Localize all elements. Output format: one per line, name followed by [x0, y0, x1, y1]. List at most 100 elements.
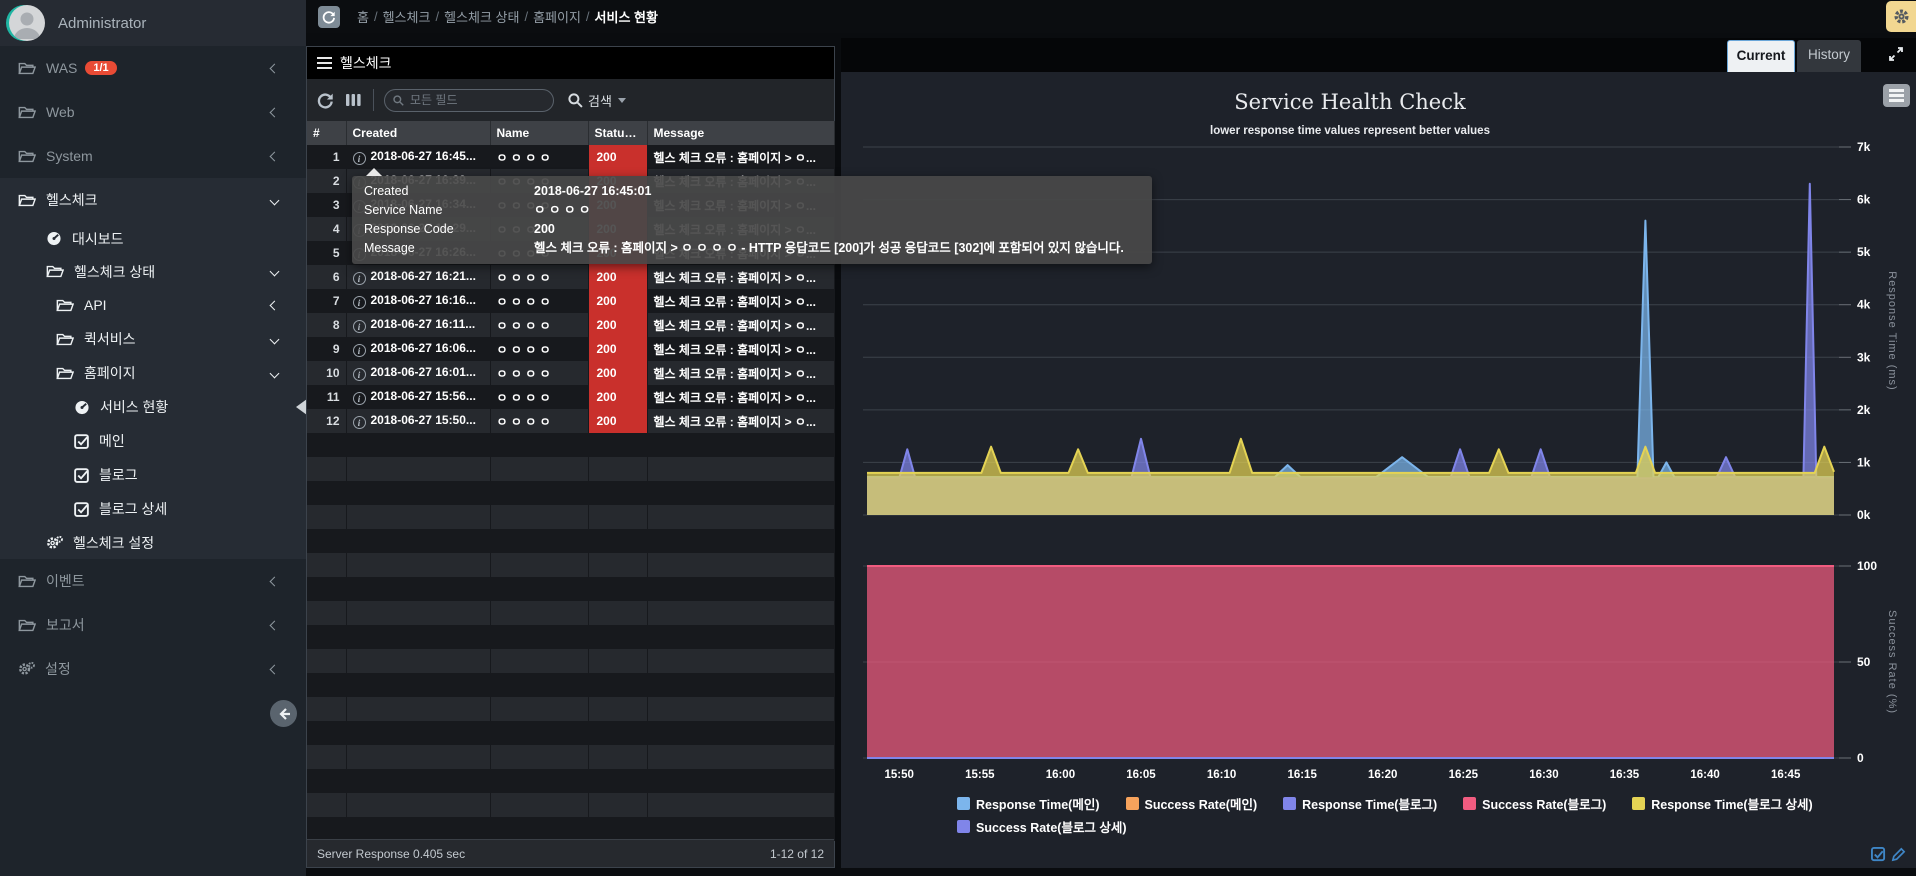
table-row[interactable]: 9 i 2018-06-27 16:06... ㅇ ㅇ ㅇ ㅇ 200 헬스 체크 오류 …	[307, 337, 835, 361]
info-icon[interactable]: i	[352, 152, 366, 166]
breadcrumb-separator: /	[524, 9, 529, 24]
check-icon	[74, 467, 89, 483]
folder-icon	[56, 298, 74, 313]
sidebar-item-헬스체크-설정[interactable]: 헬스체크 설정	[0, 526, 306, 559]
name-cell: ㅇ ㅇ ㅇ ㅇ	[490, 289, 589, 313]
svg-text:15:50: 15:50	[885, 769, 914, 781]
tab-current[interactable]: Current	[1727, 40, 1795, 72]
expand-button[interactable]	[1888, 46, 1904, 67]
legend-item[interactable]: Success Rate(블로그 상세)	[957, 817, 1127, 836]
name-cell: ㅇ ㅇ ㅇ ㅇ	[490, 145, 589, 169]
sidebar-item-System[interactable]: System	[0, 134, 306, 178]
user-panel[interactable]: Administrator	[0, 0, 306, 46]
table-row[interactable]: 1 i 2018-06-27 16:45... ㅇ ㅇ ㅇ ㅇ 200 헬스 체크 오류 …	[307, 145, 835, 169]
status-badge: 200	[588, 313, 646, 337]
legend-item[interactable]: Success Rate(메인)	[1125, 794, 1257, 813]
left-arrow-icon	[278, 707, 290, 720]
sidebar-item-홈페이지[interactable]: 홈페이지	[0, 356, 306, 390]
breadcrumb-link[interactable]: 헬스체크 상태	[444, 7, 519, 26]
table-refresh-button[interactable]	[317, 92, 334, 109]
pencil-icon[interactable]	[1891, 847, 1906, 862]
sidebar-item-이벤트[interactable]: 이벤트	[0, 559, 306, 603]
info-icon[interactable]: i	[352, 320, 366, 334]
sidebar-item-label: 설정	[45, 661, 71, 677]
sidebar-nav: WAS 1/1 Web System 헬스체크 대시보드 헬스체크 상태 API …	[0, 46, 307, 691]
checkbox-icon[interactable]	[1871, 847, 1886, 862]
sidebar-item-블로그[interactable]: 블로그	[0, 458, 306, 492]
sidebar-item-API[interactable]: API	[0, 288, 306, 322]
created-cell: i 2018-06-27 16:01...	[346, 361, 491, 385]
sidebar-item-헬스체크-상태[interactable]: 헬스체크 상태	[0, 255, 306, 288]
empty-table-row	[307, 697, 835, 721]
column-header-#[interactable]: #	[307, 121, 347, 145]
app-root: Administrator WAS 1/1 Web System 헬스체크 대시보…	[0, 0, 1916, 876]
breadcrumb-refresh-button[interactable]	[318, 5, 340, 28]
sidebar-item-메인[interactable]: 메인	[0, 424, 306, 458]
row-number: 1	[307, 145, 347, 169]
row-number: 2	[307, 169, 347, 193]
sidebar-item-설정[interactable]: 설정	[0, 647, 306, 691]
table-row[interactable]: 12 i 2018-06-27 15:50... ㅇ ㅇ ㅇ ㅇ 200 헬스 체크 오류…	[307, 409, 835, 433]
table-row[interactable]: 10 i 2018-06-27 16:01... ㅇ ㅇ ㅇ ㅇ 200 헬스 체크 오류…	[307, 361, 835, 385]
search-field[interactable]	[384, 88, 554, 112]
legend-item[interactable]: Response Time(메인)	[957, 794, 1100, 813]
folder-icon	[18, 575, 36, 587]
status-cell: 200	[588, 337, 648, 361]
breadcrumb-link[interactable]: 홈페이지	[533, 7, 581, 26]
sidebar-collapse-button[interactable]	[270, 700, 297, 727]
info-icon[interactable]: i	[352, 296, 366, 310]
table-row[interactable]: 7 i 2018-06-27 16:16... ㅇ ㅇ ㅇ ㅇ 200 헬스 체크 오류 …	[307, 289, 835, 313]
panel-menu-icon	[317, 54, 332, 72]
info-icon[interactable]: i	[352, 392, 366, 406]
tooltip-field-value: 200	[534, 222, 555, 236]
column-header-Status[interactable]: Status...	[588, 121, 648, 145]
info-icon[interactable]: i	[352, 344, 366, 358]
search-input[interactable]	[410, 93, 540, 107]
panel-title-bar[interactable]: 헬스체크	[307, 47, 834, 79]
name-cell: ㅇ ㅇ ㅇ ㅇ	[490, 265, 589, 289]
info-icon[interactable]: i	[352, 368, 366, 382]
tooltip-field-label: Response Code	[364, 222, 454, 236]
legend-item[interactable]: Response Time(블로그 상세)	[1632, 794, 1813, 813]
user-name: Administrator	[58, 14, 147, 32]
columns-button[interactable]	[346, 92, 361, 108]
sidebar-item-퀵서비스[interactable]: 퀵서비스	[0, 322, 306, 356]
search-button-label: 검색	[588, 93, 612, 109]
checkbox-icon	[74, 501, 89, 517]
created-cell: i 2018-06-27 16:45...	[346, 145, 491, 169]
table-row[interactable]: 11 i 2018-06-27 15:56... ㅇ ㅇ ㅇ ㅇ 200 헬스 체크 오류…	[307, 385, 835, 409]
sidebar-item-서비스-현황[interactable]: 서비스 현황	[0, 390, 307, 424]
column-header-Created[interactable]: Created	[346, 121, 491, 145]
status-cell: 200	[588, 409, 648, 433]
breadcrumb-link[interactable]: 홈	[357, 7, 369, 26]
table-row[interactable]: 8 i 2018-06-27 16:11... ㅇ ㅇ ㅇ ㅇ 200 헬스 체크 오류 …	[307, 313, 835, 337]
status-cell: 200	[588, 289, 648, 313]
legend-swatch	[1283, 797, 1297, 810]
table-row[interactable]: 6 i 2018-06-27 16:21... ㅇ ㅇ ㅇ ㅇ 200 헬스 체크 오류 …	[307, 265, 835, 289]
chevron-left-icon	[269, 151, 280, 161]
search-button[interactable]: 검색	[568, 91, 626, 110]
chart-context-menu-button[interactable]	[1883, 84, 1910, 107]
sidebar-item-대시보드[interactable]: 대시보드	[0, 222, 306, 255]
empty-table-row	[307, 577, 835, 601]
column-header-Name[interactable]: Name	[490, 121, 589, 145]
info-icon[interactable]: i	[352, 416, 366, 430]
breadcrumb-link[interactable]: 헬스체크	[383, 7, 431, 26]
sidebar-item-블로그-상세[interactable]: 블로그 상세	[0, 492, 306, 526]
sidebar-item-Web[interactable]: Web	[0, 90, 306, 134]
table-header-row[interactable]: # Created Name Status... Message	[307, 121, 835, 145]
sidebar-item-WAS[interactable]: WAS 1/1	[0, 46, 306, 90]
sidebar-item-보고서[interactable]: 보고서	[0, 603, 306, 647]
empty-table-row	[307, 505, 835, 529]
svg-text:16:05: 16:05	[1126, 769, 1156, 781]
legend-item[interactable]: Response Time(블로그)	[1283, 794, 1437, 813]
row-number: 9	[307, 337, 347, 361]
settings-button[interactable]	[1886, 1, 1916, 32]
info-icon[interactable]: i	[352, 272, 366, 286]
folder-icon	[56, 299, 74, 311]
sidebar-item-헬스체크[interactable]: 헬스체크	[0, 178, 306, 222]
column-header-Message[interactable]: Message	[647, 121, 835, 145]
tab-history[interactable]: History	[1797, 40, 1861, 72]
legend-item[interactable]: Success Rate(블로그)	[1463, 794, 1606, 813]
legend-label: Response Time(블로그 상세)	[1651, 798, 1813, 812]
